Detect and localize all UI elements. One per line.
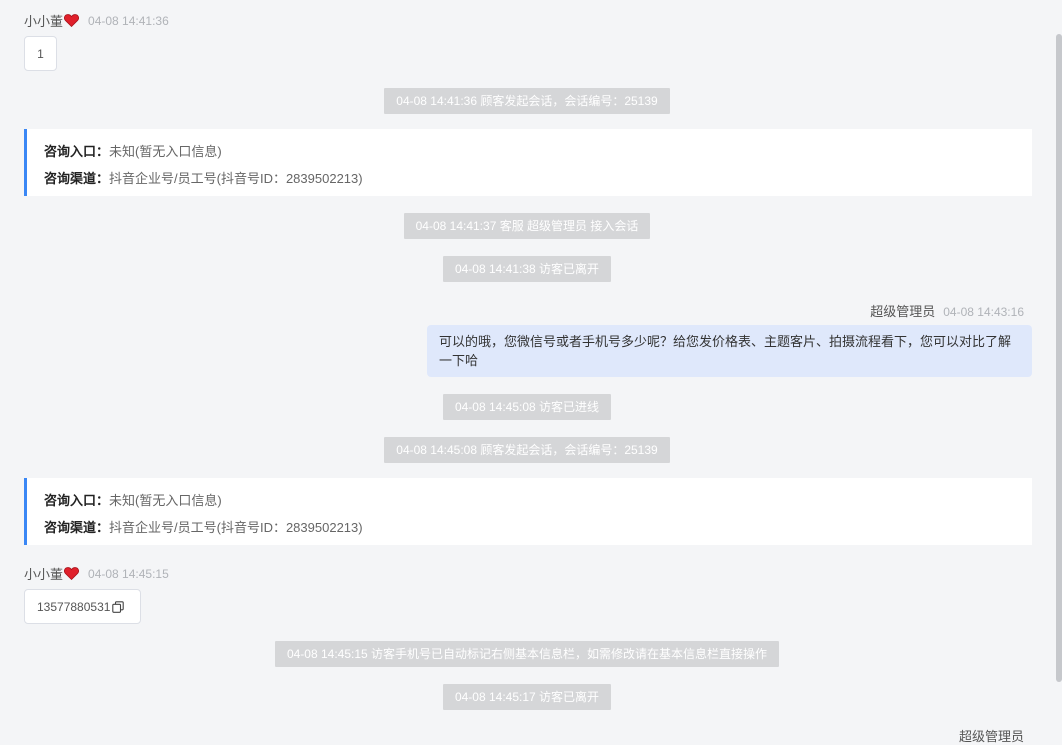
consult-entry-label: 咨询入口：	[44, 144, 110, 159]
consult-channel-row: 咨询渠道： 抖音企业号/员工号(抖音号ID：2839502213)	[44, 517, 363, 536]
chat-panel: 小小董 04-08 14:41:36 1 04-08 14:41:36 顾客发起…	[0, 0, 1054, 744]
system-notice: 04-08 14:45:08 顾客发起会话，会话编号：25139	[0, 437, 1054, 463]
copy-icon[interactable]	[112, 600, 125, 613]
system-notice-text: 04-08 14:41:38 访客已离开	[442, 256, 612, 282]
system-notice-text: 04-08 14:41:36 顾客发起会话，会话编号：25139	[384, 88, 670, 114]
message-time: 04-08 14:45:15	[88, 566, 169, 581]
agent-name: 超级管理员	[870, 304, 936, 319]
system-notice-text: 04-08 14:45:08 顾客发起会话，会话编号：25139	[384, 437, 670, 463]
visitor-name: 小小董	[24, 567, 64, 582]
system-notice-text: 04-08 14:45:17 访客已离开	[442, 684, 612, 710]
consult-channel-label: 咨询渠道：	[44, 520, 110, 535]
visitor-message-header: 小小董 04-08 14:41:36	[24, 11, 169, 30]
visitor-message-header: 小小董 04-08 14:45:15	[24, 564, 169, 583]
system-notice: 04-08 14:45:17 访客已离开	[0, 684, 1054, 710]
agent-message-header: 超级管理员	[959, 726, 1024, 745]
visitor-message-bubble: 1	[24, 36, 57, 71]
system-notice: 04-08 14:45:15 访客手机号已自动标记右侧基本信息栏，如需修改请在基…	[0, 641, 1054, 667]
consult-info-card: 咨询入口： 未知(暂无入口信息) 咨询渠道： 抖音企业号/员工号(抖音号ID：2…	[24, 478, 1032, 545]
system-notice-text: 04-08 14:41:37 客服 超级管理员 接入会话	[403, 213, 651, 239]
system-notice-text: 04-08 14:45:08 访客已进线	[442, 394, 612, 420]
heart-icon	[64, 567, 79, 580]
heart-icon	[64, 14, 79, 27]
consult-entry-value: 未知(暂无入口信息)	[109, 144, 222, 159]
message-time: 04-08 14:41:36	[88, 13, 169, 28]
consult-channel-row: 咨询渠道： 抖音企业号/员工号(抖音号ID：2839502213)	[44, 168, 363, 187]
consult-channel-value: 抖音企业号/员工号(抖音号ID：2839502213)	[109, 171, 363, 186]
consult-entry-label: 咨询入口：	[44, 493, 110, 508]
agent-message-header: 超级管理员 04-08 14:43:16	[870, 301, 1024, 320]
system-notice: 04-08 14:41:38 访客已离开	[0, 256, 1054, 282]
agent-message-bubble: 可以的哦，您微信号或者手机号多少呢？给您发价格表、主题客片、拍摄流程看下，您可以…	[427, 325, 1032, 377]
visitor-phone-bubble: 13577880531	[24, 589, 141, 624]
vertical-scrollbar[interactable]	[1056, 34, 1062, 682]
consult-entry-row: 咨询入口： 未知(暂无入口信息)	[44, 490, 222, 509]
consult-channel-label: 咨询渠道：	[44, 171, 110, 186]
phone-number-text: 13577880531	[37, 599, 111, 614]
system-notice-text: 04-08 14:45:15 访客手机号已自动标记右侧基本信息栏，如需修改请在基…	[274, 641, 780, 667]
consult-channel-value: 抖音企业号/员工号(抖音号ID：2839502213)	[109, 520, 363, 535]
agent-name: 超级管理员	[958, 729, 1024, 744]
system-notice: 04-08 14:45:08 访客已进线	[0, 394, 1054, 420]
consult-entry-value: 未知(暂无入口信息)	[109, 493, 222, 508]
consult-entry-row: 咨询入口： 未知(暂无入口信息)	[44, 141, 222, 160]
system-notice: 04-08 14:41:37 客服 超级管理员 接入会话	[0, 213, 1054, 239]
message-time: 04-08 14:43:16	[943, 305, 1024, 319]
system-notice: 04-08 14:41:36 顾客发起会话，会话编号：25139	[0, 88, 1054, 114]
consult-info-card: 咨询入口： 未知(暂无入口信息) 咨询渠道： 抖音企业号/员工号(抖音号ID：2…	[24, 129, 1032, 196]
visitor-name: 小小董	[24, 14, 64, 29]
